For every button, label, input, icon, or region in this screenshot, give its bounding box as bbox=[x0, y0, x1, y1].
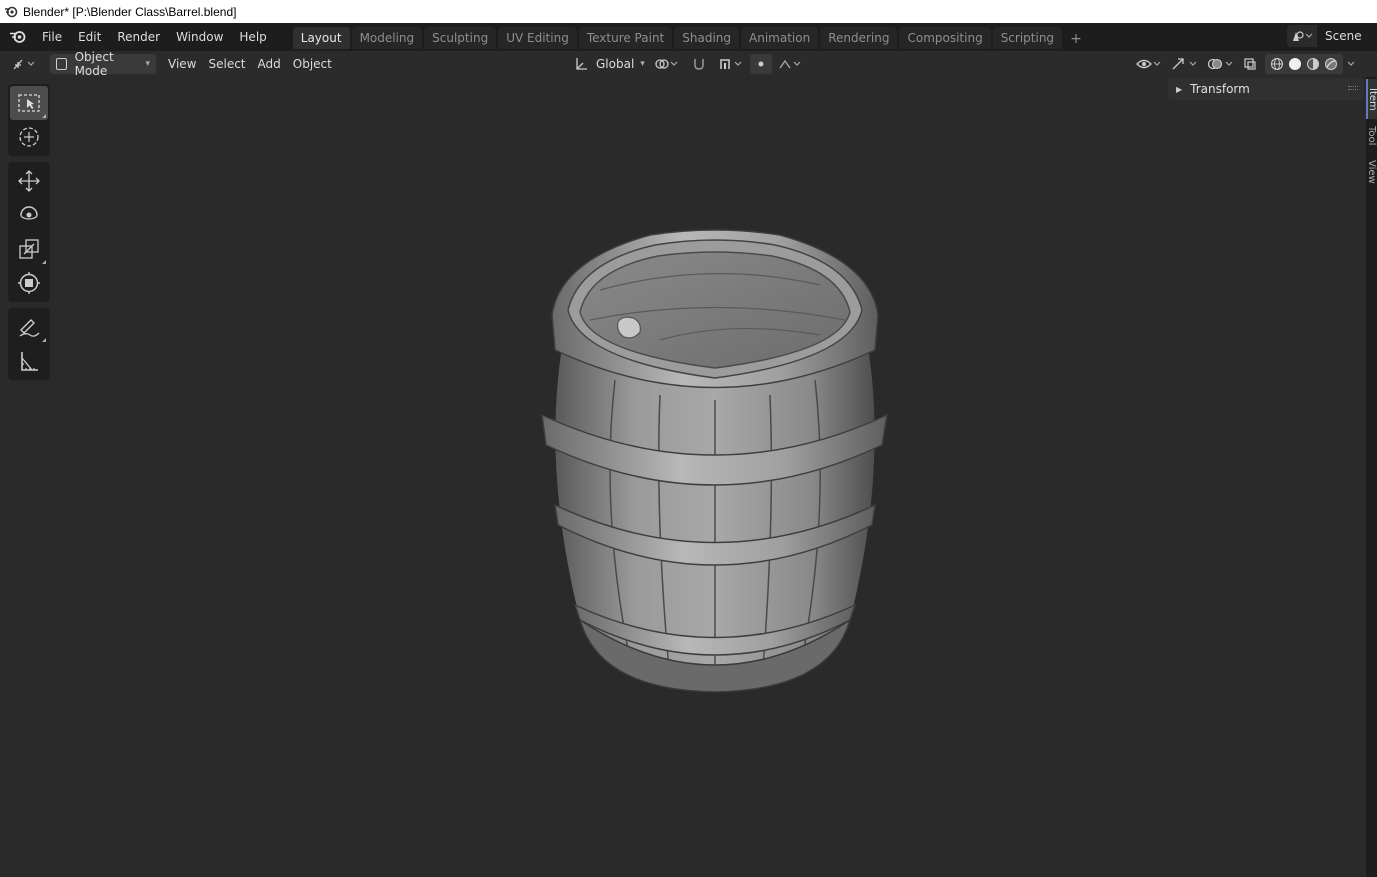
orientation-label: Global bbox=[596, 57, 635, 71]
sidebar-tab-tool[interactable]: Tool bbox=[1366, 121, 1377, 151]
cursor-tool-icon[interactable] bbox=[10, 120, 48, 154]
select-tool-group bbox=[8, 84, 50, 156]
editor-type-button[interactable] bbox=[6, 54, 44, 74]
transform-panel-title: Transform bbox=[1190, 82, 1250, 96]
menu-view[interactable]: View bbox=[162, 54, 202, 74]
scene-name-field[interactable]: Scene bbox=[1319, 25, 1377, 47]
select-box-tool-icon[interactable] bbox=[10, 86, 48, 120]
proportional-edit-toggle[interactable] bbox=[750, 54, 772, 74]
tab-modeling[interactable]: Modeling bbox=[351, 27, 423, 49]
proportional-falloff-dropdown[interactable] bbox=[772, 54, 810, 74]
object-mode-icon bbox=[56, 58, 67, 70]
gizmo-toggle-icon[interactable] bbox=[1167, 54, 1203, 74]
tab-texture-paint[interactable]: Texture Paint bbox=[578, 27, 673, 49]
window-title: Blender* [P:\Blender Class\Barrel.blend] bbox=[23, 4, 237, 19]
sidebar-tab-view-label: View bbox=[1366, 160, 1377, 184]
scale-tool-icon[interactable] bbox=[10, 232, 48, 266]
sidebar-tab-view[interactable]: View bbox=[1366, 155, 1377, 189]
rotate-tool-icon[interactable] bbox=[10, 198, 48, 232]
measure-tool-icon[interactable] bbox=[10, 344, 48, 378]
solid-shading-icon[interactable] bbox=[1288, 57, 1302, 71]
scene-selector: Scene bbox=[1287, 25, 1377, 47]
menu-edit[interactable]: Edit bbox=[70, 27, 109, 47]
tab-layout[interactable]: Layout bbox=[292, 27, 350, 49]
move-tool-icon[interactable] bbox=[10, 164, 48, 198]
tab-shading[interactable]: Shading bbox=[674, 27, 739, 49]
transform-tool-icon[interactable] bbox=[10, 266, 48, 300]
orientation-axes-icon bbox=[574, 57, 588, 71]
menu-window[interactable]: Window bbox=[168, 27, 231, 47]
panel-drag-grip-icon[interactable] bbox=[1348, 86, 1358, 90]
visibility-eye-icon[interactable] bbox=[1131, 54, 1167, 74]
shading-options-chevron-icon[interactable] bbox=[1343, 54, 1359, 74]
transform-tool-group bbox=[8, 162, 50, 302]
viewport-header: Object Mode ▾ View Select Add Object Glo… bbox=[0, 50, 1377, 78]
menu-render[interactable]: Render bbox=[109, 27, 168, 47]
sidebar-tabs: Item Tool View bbox=[1366, 77, 1377, 877]
tab-compositing[interactable]: Compositing bbox=[899, 27, 991, 49]
material-shading-icon[interactable] bbox=[1306, 57, 1320, 71]
tab-uv-editing[interactable]: UV Editing bbox=[498, 27, 577, 49]
xray-toggle-icon[interactable] bbox=[1239, 54, 1261, 74]
window-titlebar: Blender* [P:\Blender Class\Barrel.blend] bbox=[0, 0, 1377, 23]
disclosure-triangle-icon: ▶ bbox=[1176, 84, 1183, 94]
top-bar: File Edit Render Window Help Layout Mode… bbox=[0, 23, 1377, 51]
blender-menu-icon[interactable] bbox=[6, 25, 30, 49]
mode-label: Object Mode bbox=[74, 50, 114, 78]
tool-shelf bbox=[8, 84, 50, 386]
menu-add[interactable]: Add bbox=[252, 54, 287, 74]
sidebar-tab-item-label: Item bbox=[1367, 87, 1377, 111]
scene-browse-icon[interactable] bbox=[1287, 25, 1317, 47]
rendered-shading-icon[interactable] bbox=[1324, 57, 1338, 71]
mode-dropdown[interactable]: Object Mode ▾ bbox=[50, 50, 156, 78]
tab-sculpting[interactable]: Sculpting bbox=[424, 27, 497, 49]
snap-toggle-icon[interactable] bbox=[686, 54, 712, 74]
blender-logo-icon bbox=[4, 5, 18, 19]
chevron-down-icon: ▾ bbox=[640, 59, 645, 69]
menu-file[interactable]: File bbox=[34, 27, 70, 47]
sidebar-tab-item[interactable]: Item bbox=[1366, 79, 1377, 119]
tab-rendering[interactable]: Rendering bbox=[820, 27, 898, 49]
wireframe-shading-icon[interactable] bbox=[1270, 57, 1284, 71]
workspace-tabs: Layout Modeling Sculpting UV Editing Tex… bbox=[292, 25, 1088, 49]
snap-target-dropdown[interactable] bbox=[712, 54, 750, 74]
sidebar-tab-tool-label: Tool bbox=[1366, 126, 1377, 146]
tab-scripting[interactable]: Scripting bbox=[992, 27, 1063, 49]
tab-animation[interactable]: Animation bbox=[741, 27, 819, 49]
transform-panel-header[interactable]: ▶ Transform bbox=[1168, 78, 1364, 100]
menu-help[interactable]: Help bbox=[231, 27, 274, 47]
menu-select[interactable]: Select bbox=[202, 54, 251, 74]
add-workspace-button[interactable]: + bbox=[1064, 29, 1088, 49]
pivot-point-button[interactable] bbox=[648, 54, 686, 74]
annotate-tool-group bbox=[8, 308, 50, 380]
menu-object[interactable]: Object bbox=[287, 54, 338, 74]
barrel-model[interactable] bbox=[530, 220, 900, 700]
transform-orientation-dropdown[interactable]: Global ▾ bbox=[568, 54, 648, 74]
annotate-tool-icon[interactable] bbox=[10, 310, 48, 344]
overlay-toggle-icon[interactable] bbox=[1203, 54, 1239, 74]
chevron-down-icon: ▾ bbox=[145, 59, 150, 69]
shading-mode-group bbox=[1265, 54, 1343, 74]
